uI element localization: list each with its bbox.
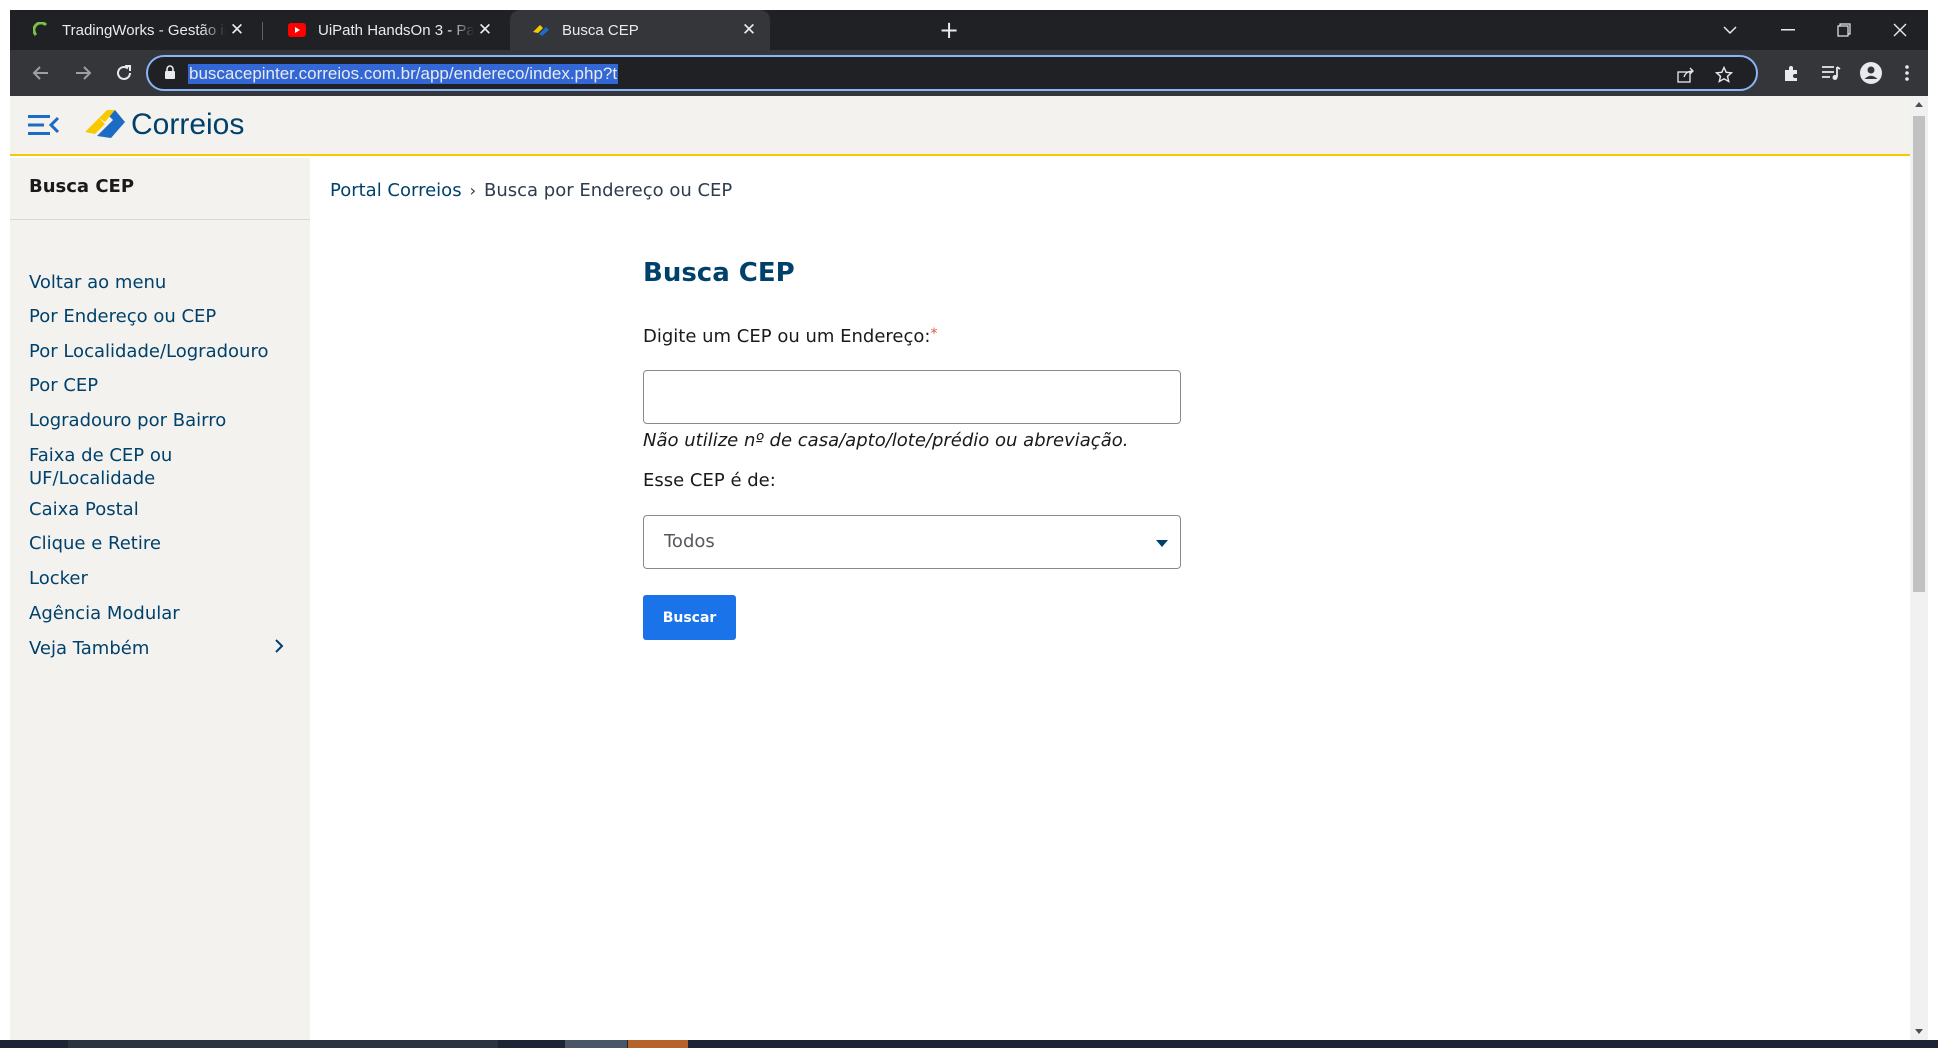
logo-text: Correios [131,108,245,141]
sidebar-item-voltar-ao-menu[interactable]: Voltar ao menu [29,271,279,294]
media-control-icon[interactable] [1820,62,1842,84]
cep-type-select[interactable]: Todos [643,515,1181,569]
close-tab-icon[interactable]: ✕ [738,19,760,41]
correios-logo-icon [85,110,125,138]
sidebar-title: Busca CEP [29,176,135,197]
breadcrumb: Portal Correios › Busca por Endereço ou … [330,180,732,201]
minimize-icon[interactable] [1760,10,1816,50]
web-page: Correios Busca CEP Voltar ao menu Por En… [10,96,1928,1040]
tab-strip: TradingWorks - Gestão inteligente ✕ UiPa… [10,10,1928,50]
close-window-icon[interactable] [1872,10,1928,50]
sidebar-item-agencia-modular[interactable]: Agência Modular [29,602,279,625]
select-value: Todos [664,531,715,552]
cep-type-label: Esse CEP é de: [643,470,776,491]
menu-collapse-icon[interactable] [26,112,60,138]
profile-icon[interactable] [1860,62,1882,84]
new-tab-button[interactable]: + [935,16,963,44]
scrollbar[interactable] [1910,96,1928,1040]
tab-title: TradingWorks - Gestão inteligente [62,21,226,39]
address-bar[interactable]: buscacepinter.correios.com.br/app/endere… [146,55,1758,91]
back-icon[interactable] [26,58,56,88]
caret-down-icon [1156,540,1168,547]
cep-field-label: Digite um CEP ou um Endereço:* [643,326,937,347]
correios-logo[interactable]: Correios [83,108,244,142]
required-mark: * [930,326,938,342]
page-title: Busca CEP [643,258,795,288]
lock-icon[interactable] [164,65,176,84]
sidebar-item-locker[interactable]: Locker [29,567,279,590]
tab-tradingworks[interactable]: TradingWorks - Gestão inteligente ✕ [10,10,258,50]
sidebar-divider [10,219,310,220]
scroll-up-icon[interactable] [1915,102,1923,107]
close-tab-icon[interactable]: ✕ [226,19,248,41]
taskbar-segment [68,1040,498,1048]
tab-search-icon[interactable] [1702,10,1758,50]
cep-search-input[interactable] [643,370,1181,424]
tab-title: UiPath HandsOn 3 - Parte 9/13 - [318,21,474,39]
sidebar-item-logradouro-por-bairro[interactable]: Logradouro por Bairro [29,409,279,432]
sidebar-item-faixa-de-cep[interactable]: Faixa de CEP ou UF/Localidade [29,444,199,490]
sidebar-item-por-localidade-logradouro[interactable]: Por Localidade/Logradouro [29,340,279,363]
reload-icon[interactable] [109,58,139,88]
browser-toolbar: buscacepinter.correios.com.br/app/endere… [10,50,1928,96]
browser-window: TradingWorks - Gestão inteligente ✕ UiPa… [10,10,1928,1040]
sidebar-item-veja-tambem[interactable]: Veja Também [29,637,279,660]
chevron-right-icon[interactable] [272,637,286,655]
menu-kebab-icon[interactable] [1896,62,1918,84]
extensions-icon[interactable] [1780,62,1802,84]
cep-label-text: Digite um CEP ou um Endereço: [643,326,931,347]
scrollbar-thumb[interactable] [1913,116,1925,592]
tab-separator [262,22,263,40]
scroll-down-icon[interactable] [1915,1029,1923,1034]
sidebar-item-por-endereco-ou-cep[interactable]: Por Endereço ou CEP [29,305,279,328]
taskbar-segment [565,1040,627,1048]
close-tab-icon[interactable]: ✕ [474,19,496,41]
youtube-icon [288,21,306,39]
tab-busca-cep[interactable]: Busca CEP ✕ [510,10,770,50]
bookmark-star-icon[interactable] [1714,65,1734,85]
breadcrumb-current: Busca por Endereço ou CEP [483,180,733,201]
restore-icon[interactable] [1816,10,1872,50]
breadcrumb-separator: › [469,181,476,200]
forward-icon[interactable] [68,58,98,88]
tab-title: Busca CEP [562,21,639,39]
input-hint: Não utilize nº de casa/apto/lote/prédio … [643,430,1129,451]
url-text[interactable]: buscacepinter.correios.com.br/app/endere… [188,64,619,84]
tradingworks-icon [32,21,50,39]
breadcrumb-home-link[interactable]: Portal Correios [330,180,462,201]
taskbar-segment [628,1040,688,1048]
site-header: Correios [10,96,1910,156]
sidebar-item-clique-e-retire[interactable]: Clique e Retire [29,532,279,555]
correios-icon [532,21,550,39]
buscar-button[interactable]: Buscar [643,595,736,640]
sidebar-item-por-cep[interactable]: Por CEP [29,374,279,397]
sidebar-item-caixa-postal[interactable]: Caixa Postal [29,498,279,521]
share-icon[interactable] [1676,65,1696,85]
tab-uipath[interactable]: UiPath HandsOn 3 - Parte 9/13 - ✕ [266,10,506,50]
sidebar: Busca CEP Voltar ao menu Por Endereço ou… [10,158,310,1040]
